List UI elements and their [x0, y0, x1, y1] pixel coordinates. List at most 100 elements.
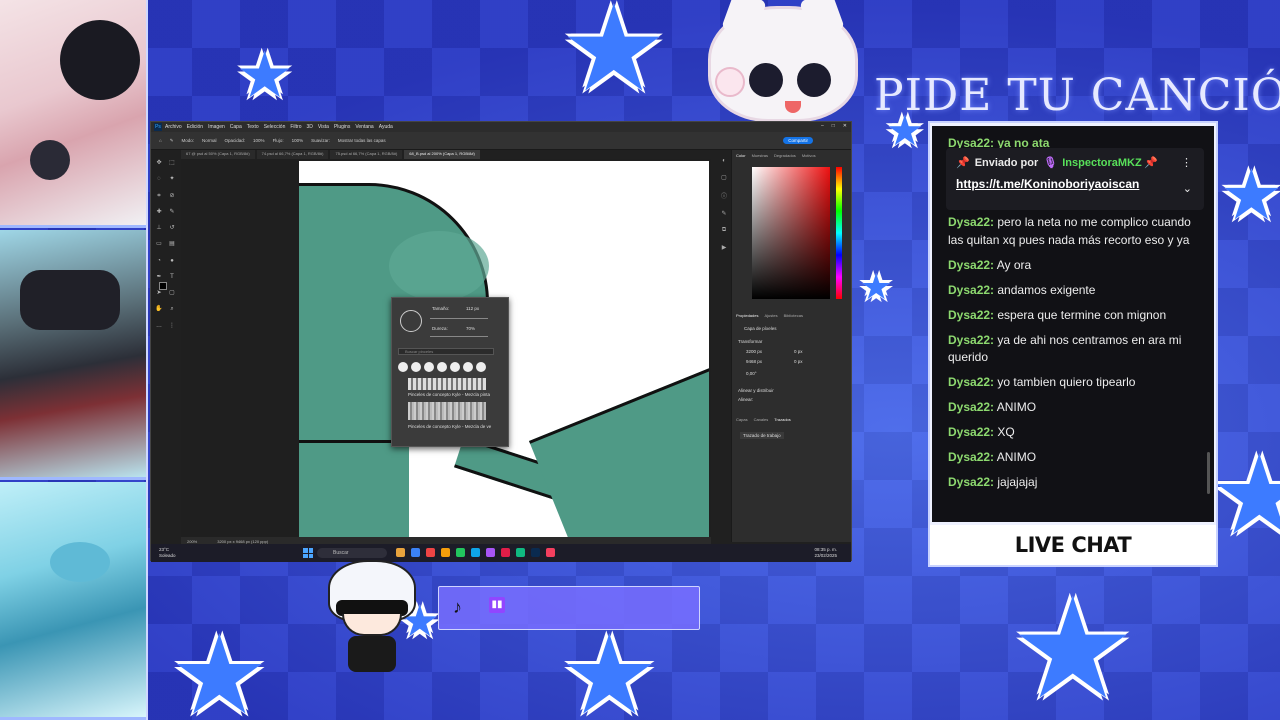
chat-username[interactable]: Dysa22:	[948, 308, 994, 322]
move-tool-icon[interactable]: ✥	[155, 160, 163, 167]
menu-plugins[interactable]: Plugins	[334, 124, 350, 130]
pinned-user[interactable]: InspectoraMKZ	[1062, 157, 1141, 169]
brush-preset-stroke-2[interactable]	[408, 402, 486, 420]
pinned-message-card[interactable]: 📌 Enviado por 🎙 InspectoraMKZ https://t.…	[946, 148, 1204, 210]
tab-channels[interactable]: Canales	[754, 417, 769, 422]
chat-username[interactable]: Dysa22:	[948, 450, 994, 464]
tab-gradients[interactable]: Degradados	[774, 153, 796, 158]
windows-start-icon[interactable]	[303, 548, 313, 558]
heal-tool-icon[interactable]: ✚	[155, 209, 163, 216]
tab-patterns[interactable]: Motivos	[802, 153, 816, 158]
flow-value[interactable]: 100%	[292, 138, 304, 143]
tab-libraries[interactable]: Bibliotecas	[784, 313, 803, 318]
tiktok-icon[interactable]: ♪	[453, 597, 462, 618]
chat-username[interactable]: Dysa22:	[948, 425, 994, 439]
brush-settings-icon[interactable]: ✎	[721, 210, 726, 217]
y-value[interactable]: 0 px	[794, 359, 803, 364]
actions-icon[interactable]: ▶	[722, 244, 727, 251]
sample-all-layers[interactable]: Mostrar todas las capas	[338, 138, 386, 143]
menu-ventana[interactable]: Ventana	[355, 124, 373, 130]
eraser-tool-icon[interactable]: ▭	[155, 241, 163, 248]
taskbar-clock[interactable]: 08:35 p. m. 23/02/2025	[814, 547, 837, 559]
pen-tool-icon[interactable]: ✒	[155, 274, 163, 281]
app-icon[interactable]	[441, 548, 450, 557]
twitch-icon[interactable]: ▮▮	[489, 597, 505, 613]
chat-username[interactable]: Dysa22:	[948, 215, 994, 229]
adjust-icon[interactable]: ◐	[722, 158, 726, 164]
app-icon[interactable]	[516, 548, 525, 557]
photoshop-app-icon[interactable]	[531, 548, 540, 557]
tab-doc-68b[interactable]: 68_B.psd al 200% (Capa 1, RGB/8#)	[404, 150, 480, 159]
app-icon[interactable]	[501, 548, 510, 557]
brush-tips-row[interactable]	[398, 362, 486, 372]
menu-3d[interactable]: 3D	[307, 124, 313, 130]
menu-edicion[interactable]: Edición	[187, 124, 203, 130]
tab-adjustments[interactable]: Ajustes	[764, 313, 777, 318]
comment-icon[interactable]: ▢	[721, 174, 727, 181]
menu-ayuda[interactable]: Ayuda	[379, 124, 393, 130]
app-icon[interactable]	[396, 548, 405, 557]
menu-imagen[interactable]: Imagen	[208, 124, 225, 130]
hardness-slider[interactable]	[430, 336, 488, 337]
menu-vista[interactable]: Vista	[318, 124, 329, 130]
menu-texto[interactable]: Texto	[247, 124, 259, 130]
mode-select[interactable]: Normal	[202, 138, 217, 143]
taskbar-search[interactable]: Buscar	[317, 548, 387, 558]
app-icon[interactable]	[546, 548, 555, 557]
size-value[interactable]: 112 px	[466, 306, 479, 311]
tab-color[interactable]: Color	[736, 153, 746, 158]
app-icon[interactable]	[411, 548, 420, 557]
clone-icon[interactable]: ⧉	[722, 227, 726, 234]
width-value[interactable]: 3200 px	[746, 349, 762, 354]
brush-search-input[interactable]: Buscar pinceles	[398, 348, 494, 355]
more-tools-icon[interactable]: …	[155, 323, 163, 330]
tab-doc-67[interactable]: 67 @ psd al 50% (Capa 1, RGB/8#)	[181, 150, 255, 159]
hand-tool-icon[interactable]: ✋	[155, 306, 163, 313]
tab-swatches[interactable]: Muestras	[752, 153, 768, 158]
menu-capa[interactable]: Capa	[230, 124, 242, 130]
brush-tool-icon[interactable]: ✎	[170, 138, 174, 144]
more-icon[interactable]: ⋮	[1181, 156, 1192, 169]
dodge-tool-icon[interactable]: ●	[168, 258, 176, 265]
color-swatches[interactable]	[159, 282, 171, 294]
canvas-area[interactable]: Tamaño: 112 px Dureza: 70% Buscar pincel…	[181, 159, 711, 537]
tab-doc-75[interactable]: 75.psd al 66,7% (Capa 1, RGB/8#)	[330, 150, 403, 159]
app-icon[interactable]	[456, 548, 465, 557]
chevron-down-icon[interactable]: ⌄	[1183, 182, 1192, 195]
opacity-value[interactable]: 100%	[253, 138, 265, 143]
maximize-icon[interactable]: □	[832, 123, 835, 129]
gradient-tool-icon[interactable]: ▤	[168, 241, 176, 248]
chat-username[interactable]: Dysa22:	[948, 258, 994, 272]
pinned-link[interactable]: https://t.me/Koninoboriyaoiscan	[956, 177, 1194, 191]
edit-toolbar-icon[interactable]: ⋮	[168, 323, 176, 330]
type-tool-icon[interactable]: T	[168, 274, 176, 281]
chat-username[interactable]: Dysa22:	[948, 375, 994, 389]
crop-tool-icon[interactable]: ⌗	[155, 193, 163, 200]
minimize-icon[interactable]: –	[821, 123, 824, 129]
eyedropper-tool-icon[interactable]: ⊘	[168, 193, 176, 200]
hardness-value[interactable]: 70%	[466, 326, 475, 331]
menu-filtro[interactable]: Filtro	[290, 124, 301, 130]
brush-icon[interactable]: ✎	[168, 209, 176, 216]
hue-slider[interactable]	[836, 167, 842, 299]
chat-username[interactable]: Dysa22:	[948, 283, 994, 297]
menu-seleccion[interactable]: Selección	[264, 124, 286, 130]
history-brush-icon[interactable]: ↺	[168, 225, 176, 232]
brush-preset-1[interactable]: Pinceles de concepto Kyle - Mezcla pinta	[408, 392, 490, 397]
app-icon[interactable]	[486, 548, 495, 557]
wand-tool-icon[interactable]: ✦	[168, 176, 176, 183]
chat-username[interactable]: Dysa22:	[948, 333, 994, 347]
chat-scrollbar[interactable]	[1207, 452, 1210, 494]
app-icon[interactable]	[471, 548, 480, 557]
blur-tool-icon[interactable]: ◔	[155, 258, 163, 265]
unpin-icon[interactable]: 📌	[1144, 156, 1158, 169]
stamp-tool-icon[interactable]: ⊥	[155, 225, 163, 232]
menu-archivo[interactable]: Archivo	[165, 124, 182, 130]
zoom-tool-icon[interactable]: ⌕	[168, 306, 176, 313]
color-picker-field[interactable]	[752, 167, 830, 299]
lasso-tool-icon[interactable]: ◌	[155, 176, 163, 183]
share-button[interactable]: Compartir	[783, 137, 813, 144]
home-icon[interactable]: ⌂	[159, 138, 162, 143]
info-icon[interactable]: ⓘ	[721, 191, 727, 200]
height-value[interactable]: 9468 px	[746, 359, 762, 364]
